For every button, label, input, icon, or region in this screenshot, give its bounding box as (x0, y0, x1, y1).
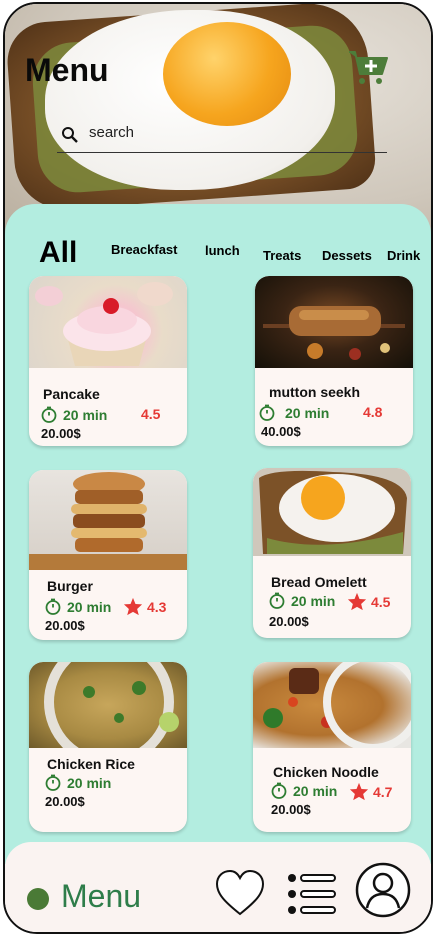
nav-menu-label[interactable]: Menu (61, 878, 141, 915)
menu-card-price: 20.00$ (41, 426, 81, 441)
menu-card-time-value: 20 min (67, 598, 112, 615)
page-title: Menu (25, 52, 109, 88)
menu-card-rating: 4.5 (347, 592, 390, 611)
menu-card-bread-omelett[interactable]: Bread Omelett 20 min 4.5 20.00$ (253, 468, 411, 638)
list-icon[interactable] (287, 872, 337, 916)
star-icon (123, 597, 143, 616)
tab-breakfast[interactable]: Breackfast (111, 242, 178, 257)
menu-card-price: 20.00$ (269, 614, 309, 629)
tab-treats[interactable]: Treats (263, 248, 301, 263)
menu-card-chicken-rice[interactable]: Chicken Rice 20 min 20.00$ (29, 662, 187, 832)
menu-card-time-value: 20 min (293, 782, 338, 799)
timer-icon (271, 782, 287, 799)
timer-icon (41, 406, 57, 423)
menu-card-time: 20 min (259, 404, 329, 421)
egg-white (45, 10, 335, 190)
heart-icon[interactable] (215, 870, 265, 916)
menu-card-time: 20 min (45, 598, 111, 615)
menu-card-price: 40.00$ (261, 424, 301, 439)
menu-card-price: 20.00$ (45, 794, 85, 809)
menu-card-rating: 4.5 (141, 406, 160, 422)
timer-icon (259, 404, 275, 421)
menu-card-time-value: 20 min (63, 406, 108, 423)
tab-lunch[interactable]: lunch (205, 243, 240, 258)
menu-card-chicken-noodle[interactable]: Chicken Noodle 20 min 4.7 20.00$ (253, 662, 411, 832)
search-bar[interactable]: search (57, 116, 387, 153)
menu-card-name: Chicken Rice (47, 756, 135, 772)
burger-image (29, 470, 187, 570)
cupcake-illustration (35, 282, 173, 366)
menu-card-pancake[interactable]: Pancake 20 min 4.5 20.00$ (29, 276, 187, 446)
menu-card-name: Burger (47, 578, 93, 594)
menu-card-mutton-seekh[interactable]: mutton seekh 20 min 4.8 40.00$ (255, 276, 413, 446)
menu-card-time: 20 min (41, 406, 107, 423)
kebab-illustration (263, 306, 405, 360)
star-icon (347, 592, 367, 611)
menu-card-price: 20.00$ (271, 802, 311, 817)
menu-card-price: 20.00$ (45, 618, 85, 633)
menu-card-name: Chicken Noodle (273, 764, 379, 780)
menu-card-time: 20 min (271, 782, 337, 799)
egg-yolk (163, 22, 291, 126)
timer-icon (45, 774, 61, 791)
chicken-noodle-image (253, 662, 411, 752)
bottom-nav: Menu (5, 842, 431, 932)
rice-illustration (44, 662, 179, 767)
menu-card-name: mutton seekh (269, 384, 361, 400)
menu-card-time-value: 20 min (291, 592, 336, 609)
menu-card-name: Bread Omelett (271, 574, 367, 590)
menu-card-rating-value: 4.7 (373, 783, 393, 800)
menu-card-burger[interactable]: Burger 20 min 4.3 20.00$ (29, 470, 187, 640)
menu-card-rating: 4.7 (349, 782, 392, 801)
profile-icon[interactable] (355, 862, 411, 918)
bread-omelett-image (253, 468, 411, 556)
menu-card-rating-value: 4.8 (363, 404, 383, 420)
chicken-rice-image (29, 662, 187, 767)
search-icon (62, 127, 78, 143)
menu-card-rating-value: 4.5 (371, 593, 391, 610)
phone-frame: Menu search All Breackfast lunch Treats … (3, 2, 433, 934)
star-icon (349, 782, 369, 801)
menu-card-time: 20 min (45, 774, 111, 791)
burger-illustration (29, 472, 187, 570)
timer-icon (45, 598, 61, 615)
search-input[interactable]: search (89, 124, 134, 141)
tab-drink[interactable]: Drink (387, 248, 420, 263)
tab-all[interactable]: All (39, 236, 77, 270)
menu-card-name: Pancake (43, 386, 100, 402)
menu-card-rating-value: 4.3 (147, 598, 167, 615)
menu-dot-icon (27, 888, 49, 910)
menu-card-rating: 4.8 (363, 404, 382, 420)
menu-card-time-value: 20 min (67, 774, 112, 791)
tab-desserts[interactable]: Dessets (322, 248, 372, 263)
menu-card-time-value: 20 min (285, 404, 330, 421)
pancake-image (29, 276, 187, 368)
omelett-illustration (259, 470, 407, 554)
menu-card-time: 20 min (269, 592, 335, 609)
timer-icon (269, 592, 285, 609)
cart-add-icon[interactable] (347, 48, 389, 88)
menu-panel: All Breackfast lunch Treats Dessets Drin… (5, 204, 431, 864)
menu-card-rating-value: 4.5 (141, 406, 161, 422)
mutton-seekh-image (255, 276, 413, 368)
noodle-illustration (263, 662, 411, 752)
menu-card-rating: 4.3 (123, 597, 166, 616)
